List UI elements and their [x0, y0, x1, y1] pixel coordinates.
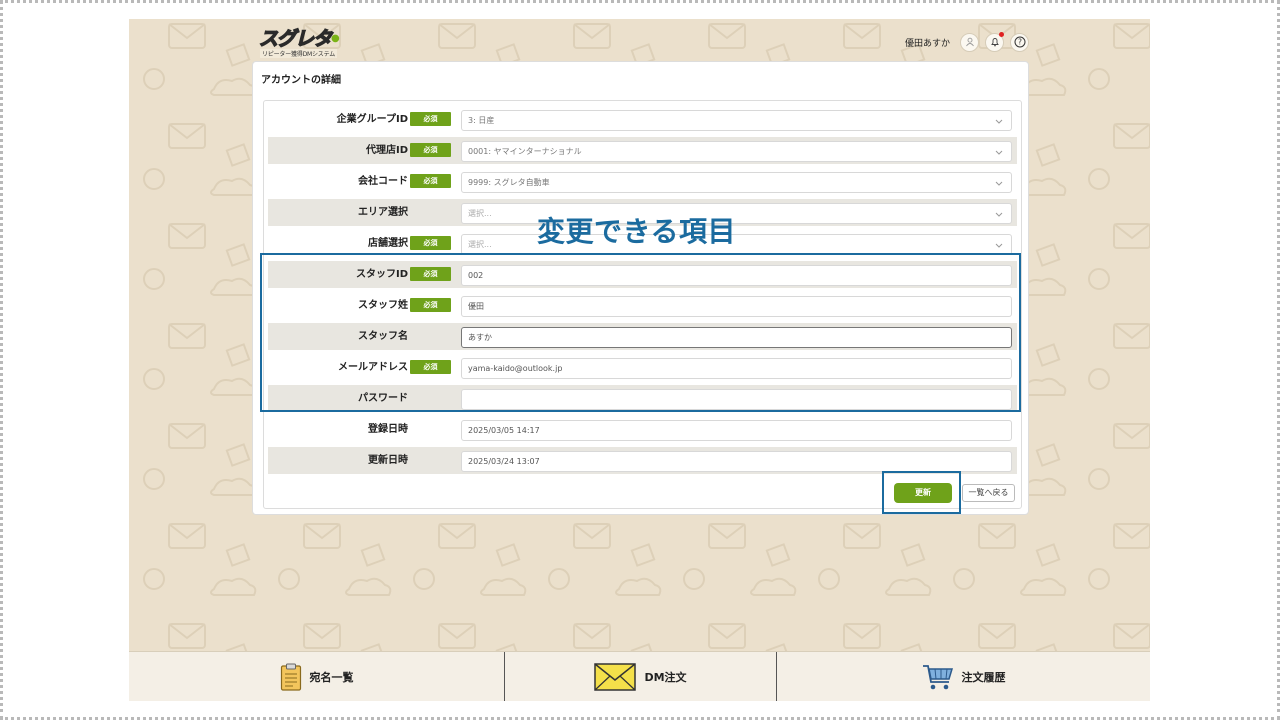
update-button-highlight [882, 471, 961, 514]
company-group-select[interactable]: 3: 日産 [461, 110, 1012, 131]
nav-item-address-list[interactable]: 宛名一覧 [129, 652, 504, 701]
cart-icon [922, 665, 953, 690]
help-button[interactable]: ? [1010, 32, 1030, 52]
field-label: エリア選択 [358, 207, 408, 218]
logo[interactable]: スグレタ● リピーター獲得DMシステム [258, 27, 340, 58]
chevron-down-icon [995, 150, 1003, 155]
svg-text:?: ? [1018, 38, 1022, 47]
bottom-nav: 宛名一覧 DM注文 注文履歴 [129, 651, 1150, 701]
notification-button[interactable] [985, 31, 1005, 52]
nav-label: DM注文 [644, 671, 687, 684]
chevron-down-icon [995, 119, 1003, 124]
nav-item-order-history[interactable]: 注文履歴 [776, 652, 1150, 701]
logo-subtitle: リピーター獲得DMシステム [260, 49, 338, 58]
field-label: 代理店ID [365, 145, 408, 156]
page-title: アカウントの詳細 [261, 75, 341, 86]
help-icon: ? [1014, 36, 1026, 48]
field-label: 更新日時 [368, 455, 408, 466]
select-value: 0001: ヤマインターナショナル [468, 147, 582, 156]
user-profile-button[interactable] [960, 32, 980, 52]
required-badge: 必須 [410, 236, 451, 250]
chevron-down-icon [995, 212, 1003, 217]
required-badge: 必須 [410, 112, 451, 126]
clipboard-icon [280, 663, 301, 691]
field-label: 企業グループID [336, 114, 408, 125]
back-to-list-button[interactable]: 一覧へ戻る [962, 484, 1015, 502]
select-value: 9999: スグレタ自動車 [468, 178, 550, 187]
user-name: 優田あすか [905, 38, 951, 49]
agency-select[interactable]: 0001: ヤマインターナショナル [461, 141, 1012, 162]
select-value: 選択... [468, 240, 492, 249]
user-icon [965, 37, 974, 47]
field-label: 登録日時 [368, 424, 408, 435]
chevron-down-icon [995, 243, 1003, 248]
editable-fields-highlight [260, 253, 1021, 412]
form-row-company-group: 企業グループID 必須 3: 日産 [268, 106, 1017, 133]
field-label: 会社コード [358, 176, 408, 187]
created-at-field: 2025/03/05 14:17 [461, 420, 1012, 441]
nav-label: 注文履歴 [961, 671, 1006, 684]
updated-at-field: 2025/03/24 13:07 [461, 451, 1012, 472]
envelope-icon [594, 663, 637, 691]
required-badge: 必須 [410, 174, 451, 188]
company-code-select[interactable]: 9999: スグレタ自動車 [461, 172, 1012, 193]
editable-fields-annotation: 変更できる項目 [537, 215, 736, 248]
bell-icon [990, 38, 999, 47]
logo-text: スグレタ● [258, 27, 339, 50]
select-value: 3: 日産 [468, 116, 495, 125]
form-row-created-at: 登録日時 2025/03/05 14:17 [268, 416, 1017, 443]
nav-item-dm-order[interactable]: DM注文 [504, 652, 776, 701]
form-row-company-code: 会社コード 必須 9999: スグレタ自動車 [268, 168, 1017, 195]
required-badge: 必須 [410, 143, 451, 157]
select-value: 選択... [468, 209, 492, 218]
nav-label: 宛名一覧 [309, 671, 354, 684]
user-area: 優田あすか ? [905, 31, 1030, 52]
notification-badge [999, 31, 1005, 37]
form-row-updated-at: 更新日時 2025/03/24 13:07 [268, 447, 1017, 474]
chevron-down-icon [995, 181, 1003, 186]
form-row-agency: 代理店ID 必須 0001: ヤマインターナショナル [268, 137, 1017, 164]
